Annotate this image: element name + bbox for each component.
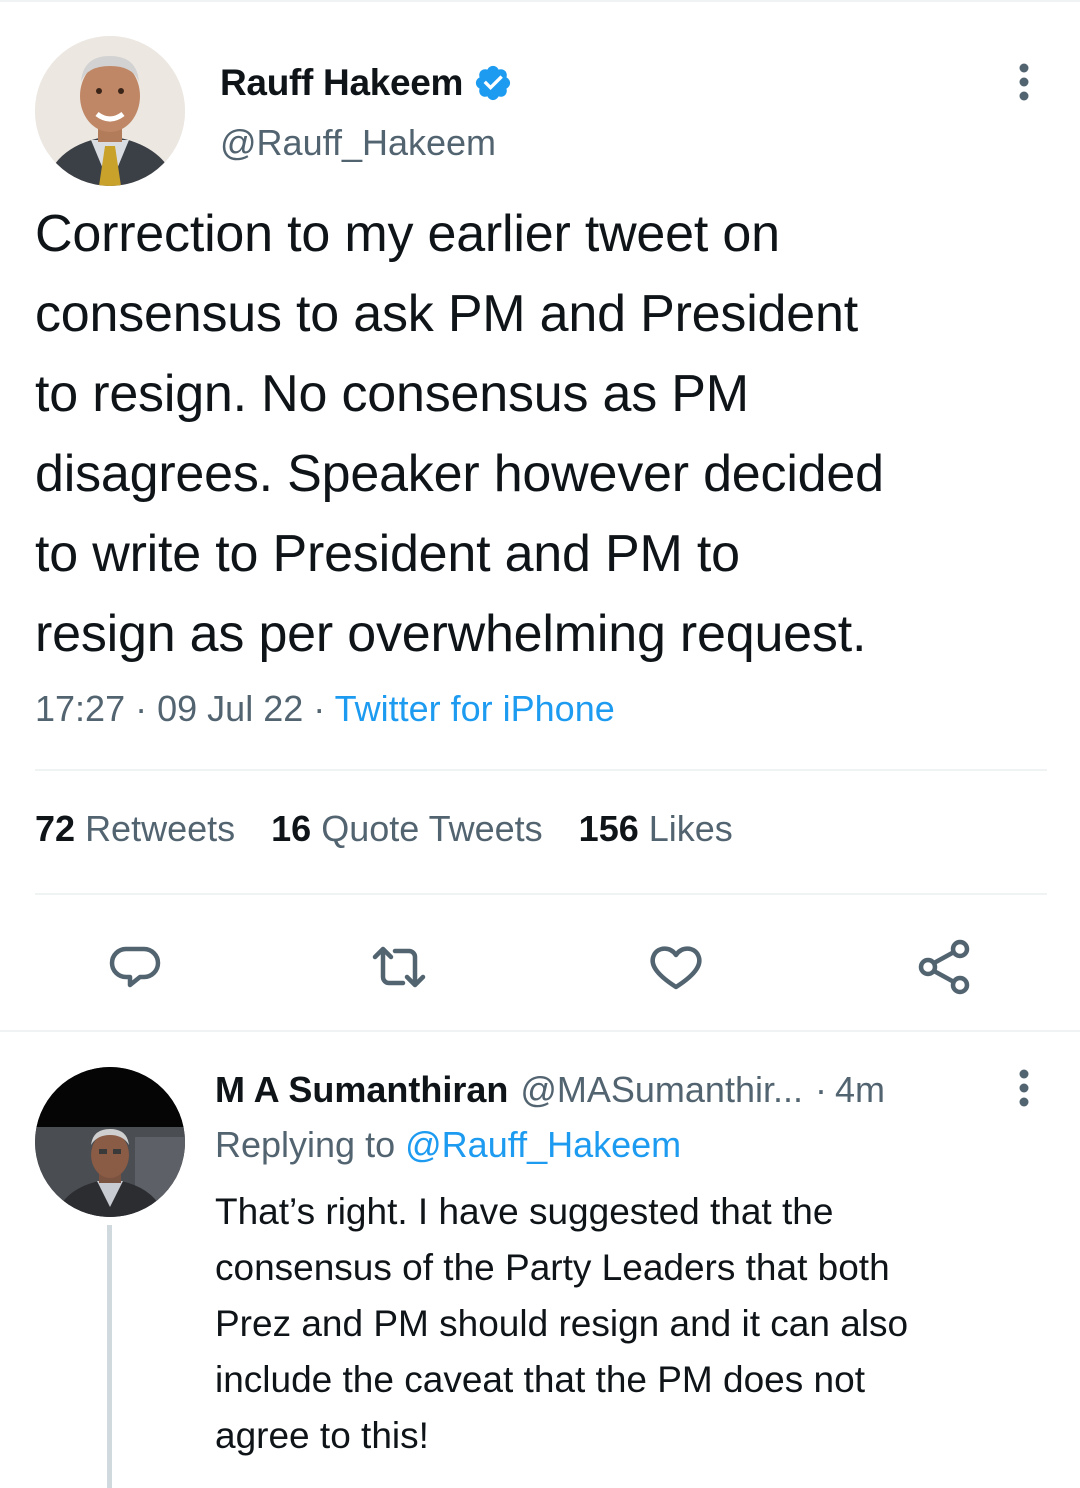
retweets-label: Retweets	[85, 808, 236, 849]
reply-time-separator: ·	[814, 1069, 827, 1110]
tweet-stats: 72 Retweets 16 Quote Tweets 156 Likes	[35, 808, 769, 850]
avatar-photo	[35, 36, 185, 186]
like-icon[interactable]	[644, 935, 708, 999]
quote-tweets-label: Quote Tweets	[321, 808, 543, 849]
author-handle[interactable]: @Rauff_Hakeem	[220, 122, 496, 164]
tweet-actions	[0, 935, 1080, 999]
reply-icon[interactable]	[104, 935, 168, 999]
avatar-photo	[35, 1067, 185, 1217]
likes-label: Likes	[648, 808, 733, 849]
reply-author-handle[interactable]: @MASumanthir...	[520, 1069, 803, 1111]
divider	[35, 893, 1047, 895]
author-avatar[interactable]	[35, 36, 185, 186]
reply-author-avatar[interactable]	[35, 1067, 185, 1217]
reply-header: M A Sumanthiran @MASumanthir... · 4m	[215, 1064, 885, 1116]
more-vertical-icon[interactable]	[1004, 60, 1044, 104]
reply-author-display-name[interactable]: M A Sumanthiran	[215, 1069, 508, 1111]
likes-count: 156	[578, 808, 639, 849]
tweet-time[interactable]: 17:27	[35, 688, 125, 729]
more-vertical-icon[interactable]	[1004, 1066, 1044, 1110]
replying-to: Replying to @Rauff_Hakeem	[215, 1124, 681, 1166]
quote-tweets-stat[interactable]: 16 Quote Tweets	[271, 808, 543, 850]
tweet-meta: 17:27 · 09 Jul 22 · Twitter for iPhone	[35, 688, 615, 730]
retweets-count: 72	[35, 808, 76, 849]
reply-text: That’s right. I have suggested that the …	[215, 1191, 909, 1456]
replying-to-handle-link[interactable]: @Rauff_Hakeem	[405, 1124, 681, 1165]
top-divider	[0, 0, 1080, 2]
tweet-date[interactable]: 09 Jul 22	[157, 688, 303, 729]
meta-separator: ·	[313, 688, 326, 729]
quote-tweets-count: 16	[271, 808, 312, 849]
tweet-text: Correction to my earlier tweet on consen…	[35, 205, 884, 663]
divider	[35, 769, 1047, 771]
meta-separator: ·	[135, 688, 148, 729]
tweet-separator	[0, 1030, 1080, 1032]
likes-stat[interactable]: 156 Likes	[579, 808, 733, 850]
share-icon[interactable]	[912, 935, 976, 999]
replying-to-label: Replying to	[215, 1124, 396, 1165]
verified-badge-icon	[473, 63, 513, 103]
retweet-icon[interactable]	[367, 935, 431, 999]
thread-connector-line	[107, 1225, 112, 1488]
author-display-name[interactable]: Rauff Hakeem	[220, 62, 463, 104]
retweets-stat[interactable]: 72 Retweets	[35, 808, 235, 850]
reply-timestamp[interactable]: 4m	[835, 1069, 885, 1111]
author-name-row: Rauff Hakeem	[220, 58, 513, 108]
tweet-source-link[interactable]: Twitter for iPhone	[335, 688, 615, 729]
